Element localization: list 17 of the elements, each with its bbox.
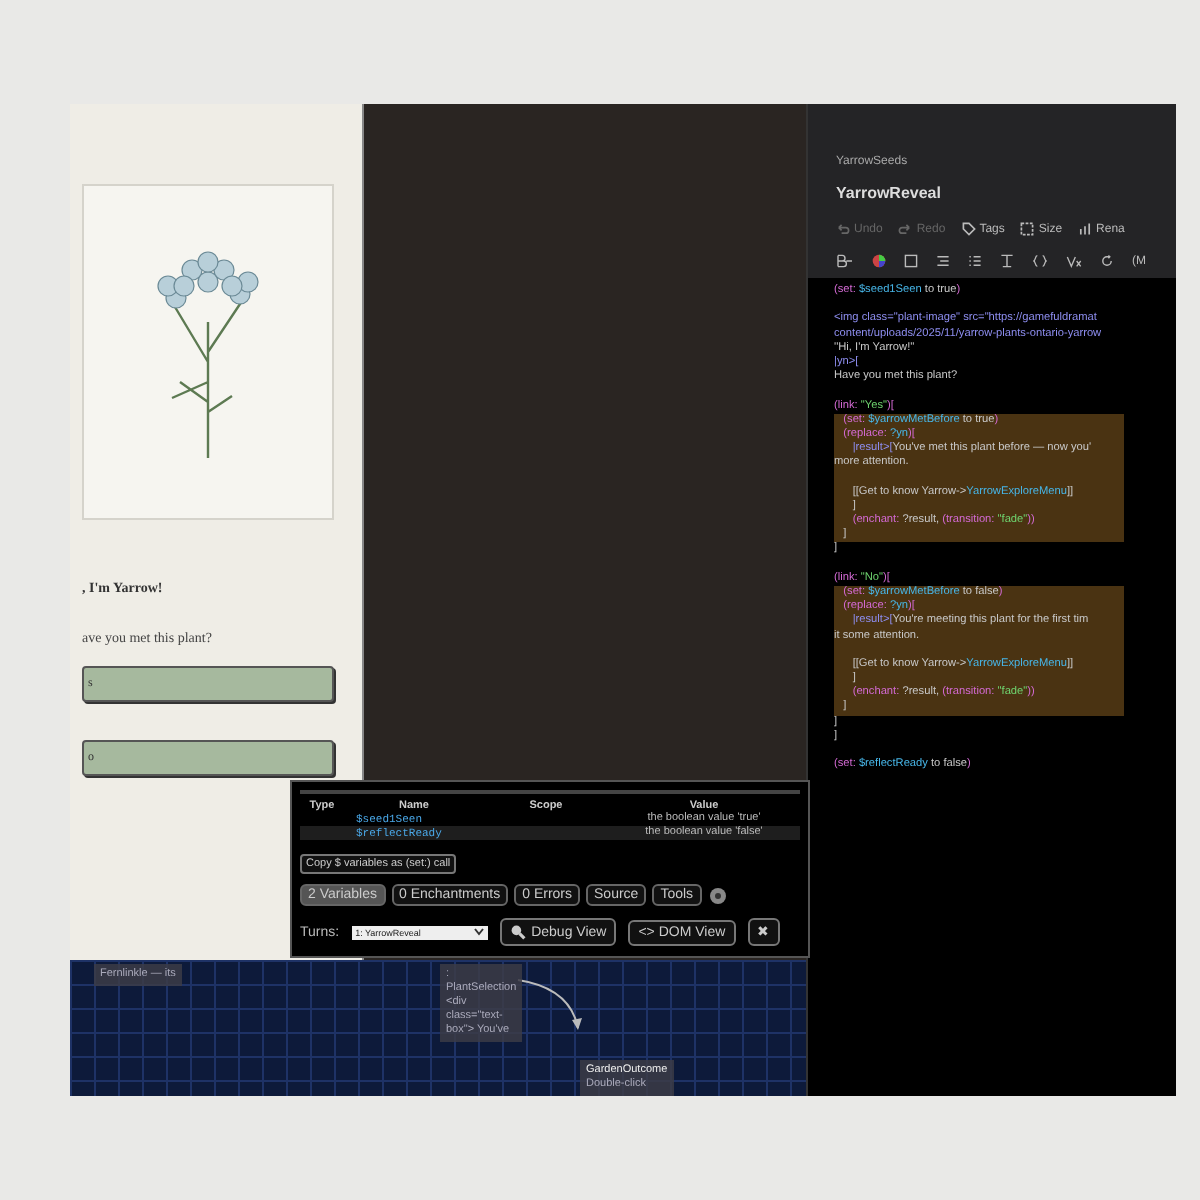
resize-icon [1020, 222, 1035, 236]
rotate-icon [1100, 254, 1114, 268]
braces-icon [1032, 254, 1048, 268]
chevron-down-icon [473, 928, 484, 936]
tag-icon [961, 222, 976, 236]
redo-icon [898, 222, 913, 236]
square-icon [904, 254, 918, 268]
settings-icon[interactable] [707, 885, 728, 905]
search-icon [509, 924, 526, 940]
list-icon [968, 254, 982, 268]
variable-icon [1066, 254, 1082, 268]
passage-title: YarrowReveal [808, 176, 1176, 210]
heading-icon [1000, 254, 1014, 268]
undo-icon [836, 222, 850, 236]
color-wheel-icon [872, 254, 886, 268]
bold-strike-icon [836, 254, 854, 268]
align-icon [936, 254, 950, 268]
